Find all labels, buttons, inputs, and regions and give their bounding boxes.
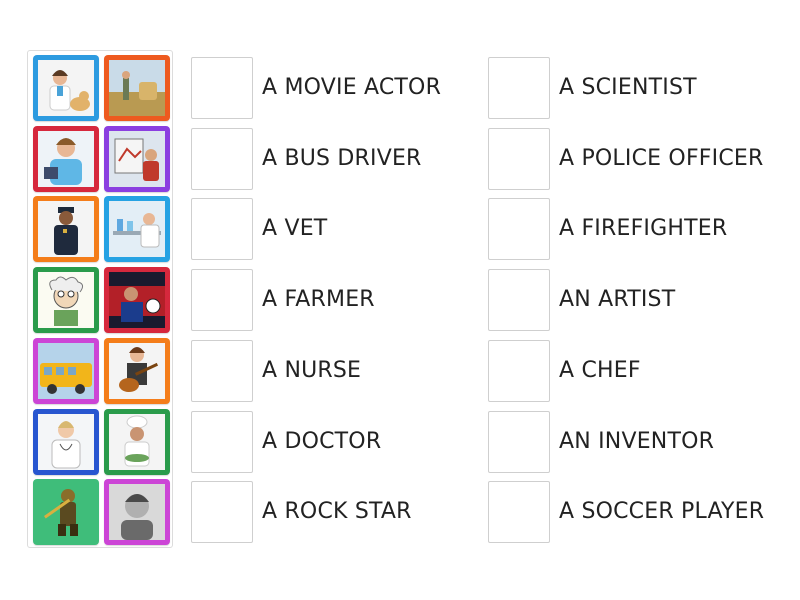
match-label: AN ARTIST <box>559 287 676 313</box>
drop-slot[interactable] <box>488 481 550 544</box>
drop-slot[interactable] <box>191 57 253 119</box>
soccer-player-image <box>109 272 165 329</box>
draggable-tile[interactable] <box>104 337 170 404</box>
drop-slot[interactable] <box>488 339 550 402</box>
match-label: AN INVENTOR <box>559 428 715 454</box>
match-label: A MOVIE ACTOR <box>262 75 442 100</box>
match-label: A SOCCER PLAYER <box>559 499 765 525</box>
drop-slot[interactable] <box>488 127 550 190</box>
drop-slot[interactable] <box>191 481 253 544</box>
artist-painting-image <box>109 130 165 187</box>
match-label: A SCIENTIST <box>559 75 697 100</box>
farmer-field-image <box>109 60 165 116</box>
chef-image <box>109 413 165 470</box>
match-label: A NURSE <box>262 357 362 383</box>
match-label: A CHEF <box>559 357 641 383</box>
match-label: A POLICE OFFICER <box>559 145 764 171</box>
draggable-tile[interactable] <box>104 267 170 334</box>
drop-slot[interactable] <box>191 269 253 332</box>
nurse-image <box>38 130 94 187</box>
draggable-tile[interactable] <box>33 196 99 263</box>
match-label: A VET <box>262 216 328 242</box>
draggable-tile[interactable] <box>33 55 99 121</box>
vet-with-dog-image <box>38 60 94 116</box>
match-label: A ROCK STAR <box>262 499 412 525</box>
drop-slot[interactable] <box>191 410 253 473</box>
rock-star-guitar-image <box>109 342 165 399</box>
draggable-tile[interactable] <box>104 408 170 475</box>
drop-slot[interactable] <box>488 198 550 261</box>
inventor-cartoon-image <box>38 272 94 329</box>
draggable-tile[interactable] <box>33 479 99 546</box>
match-label: A BUS DRIVER <box>262 145 422 171</box>
drop-slot[interactable] <box>488 57 550 119</box>
firefighter-image <box>38 484 94 541</box>
drop-slot[interactable] <box>191 127 253 190</box>
drop-slot[interactable] <box>488 410 550 473</box>
scientist-lab-image <box>109 201 165 258</box>
draggable-tile[interactable] <box>104 479 170 546</box>
draggable-tile[interactable] <box>104 55 170 121</box>
drop-slot[interactable] <box>488 269 550 332</box>
draggable-tile[interactable] <box>104 196 170 263</box>
draggable-tile[interactable] <box>33 267 99 334</box>
draggable-tile[interactable] <box>33 337 99 404</box>
draggable-tile[interactable] <box>33 408 99 475</box>
movie-actor-portrait-image <box>109 484 165 541</box>
school-bus-image <box>38 342 94 399</box>
draggable-tile[interactable] <box>104 125 170 192</box>
draggable-tile[interactable] <box>33 125 99 192</box>
police-officer-image <box>38 201 94 258</box>
drop-slot[interactable] <box>191 339 253 402</box>
match-label: A DOCTOR <box>262 428 382 454</box>
match-label: A FARMER <box>262 287 375 313</box>
image-tile-tray <box>27 50 173 548</box>
doctor-image <box>38 413 94 470</box>
drop-slot[interactable] <box>191 198 253 261</box>
match-label: A FIREFIGHTER <box>559 216 728 242</box>
